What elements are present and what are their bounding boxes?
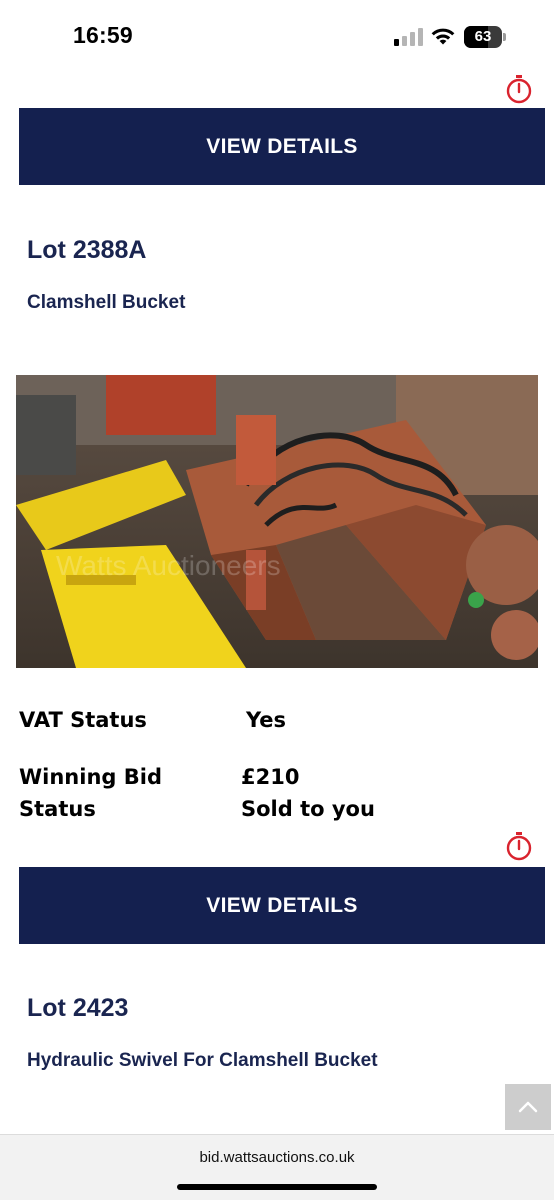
- status-label: Status: [19, 797, 96, 821]
- home-indicator[interactable]: [177, 1184, 377, 1190]
- vat-status-label: VAT Status: [19, 708, 147, 732]
- lot-description: Hydraulic Swivel For Clamshell Bucket: [27, 1050, 378, 1071]
- chevron-up-icon: [518, 1101, 538, 1113]
- signal-icon: [394, 28, 424, 46]
- lot-title: Lot 2388A: [27, 236, 147, 264]
- clamshell-bucket-image: Watts Auctioneers: [16, 375, 538, 668]
- wifi-icon: [431, 28, 455, 45]
- status-time: 16:59: [73, 22, 133, 48]
- view-details-button[interactable]: VIEW DETAILS: [19, 108, 545, 185]
- winning-bid-label: Winning Bid: [19, 765, 162, 789]
- vat-status-value: Yes: [246, 708, 287, 732]
- battery-icon: 63: [464, 26, 506, 48]
- status-bar: 16:59 63: [0, 0, 554, 70]
- stopwatch-icon: [506, 832, 532, 861]
- winning-bid-value: £210: [241, 765, 300, 789]
- scroll-to-top-button[interactable]: [505, 1084, 551, 1130]
- status-value: Sold to you: [241, 797, 375, 821]
- browser-address-bar[interactable]: bid.wattsauctions.co.uk: [0, 1134, 554, 1200]
- lot-title: Lot 2423: [27, 994, 129, 1022]
- photo-watermark: Watts Auctioneers: [56, 550, 281, 581]
- battery-percent: 63: [474, 28, 492, 45]
- url-text[interactable]: bid.wattsauctions.co.uk: [0, 1149, 554, 1166]
- lot-photo[interactable]: Watts Auctioneers: [16, 375, 538, 668]
- stopwatch-icon: [506, 75, 532, 104]
- view-details-button[interactable]: VIEW DETAILS: [19, 867, 545, 944]
- lot-description: Clamshell Bucket: [27, 292, 186, 313]
